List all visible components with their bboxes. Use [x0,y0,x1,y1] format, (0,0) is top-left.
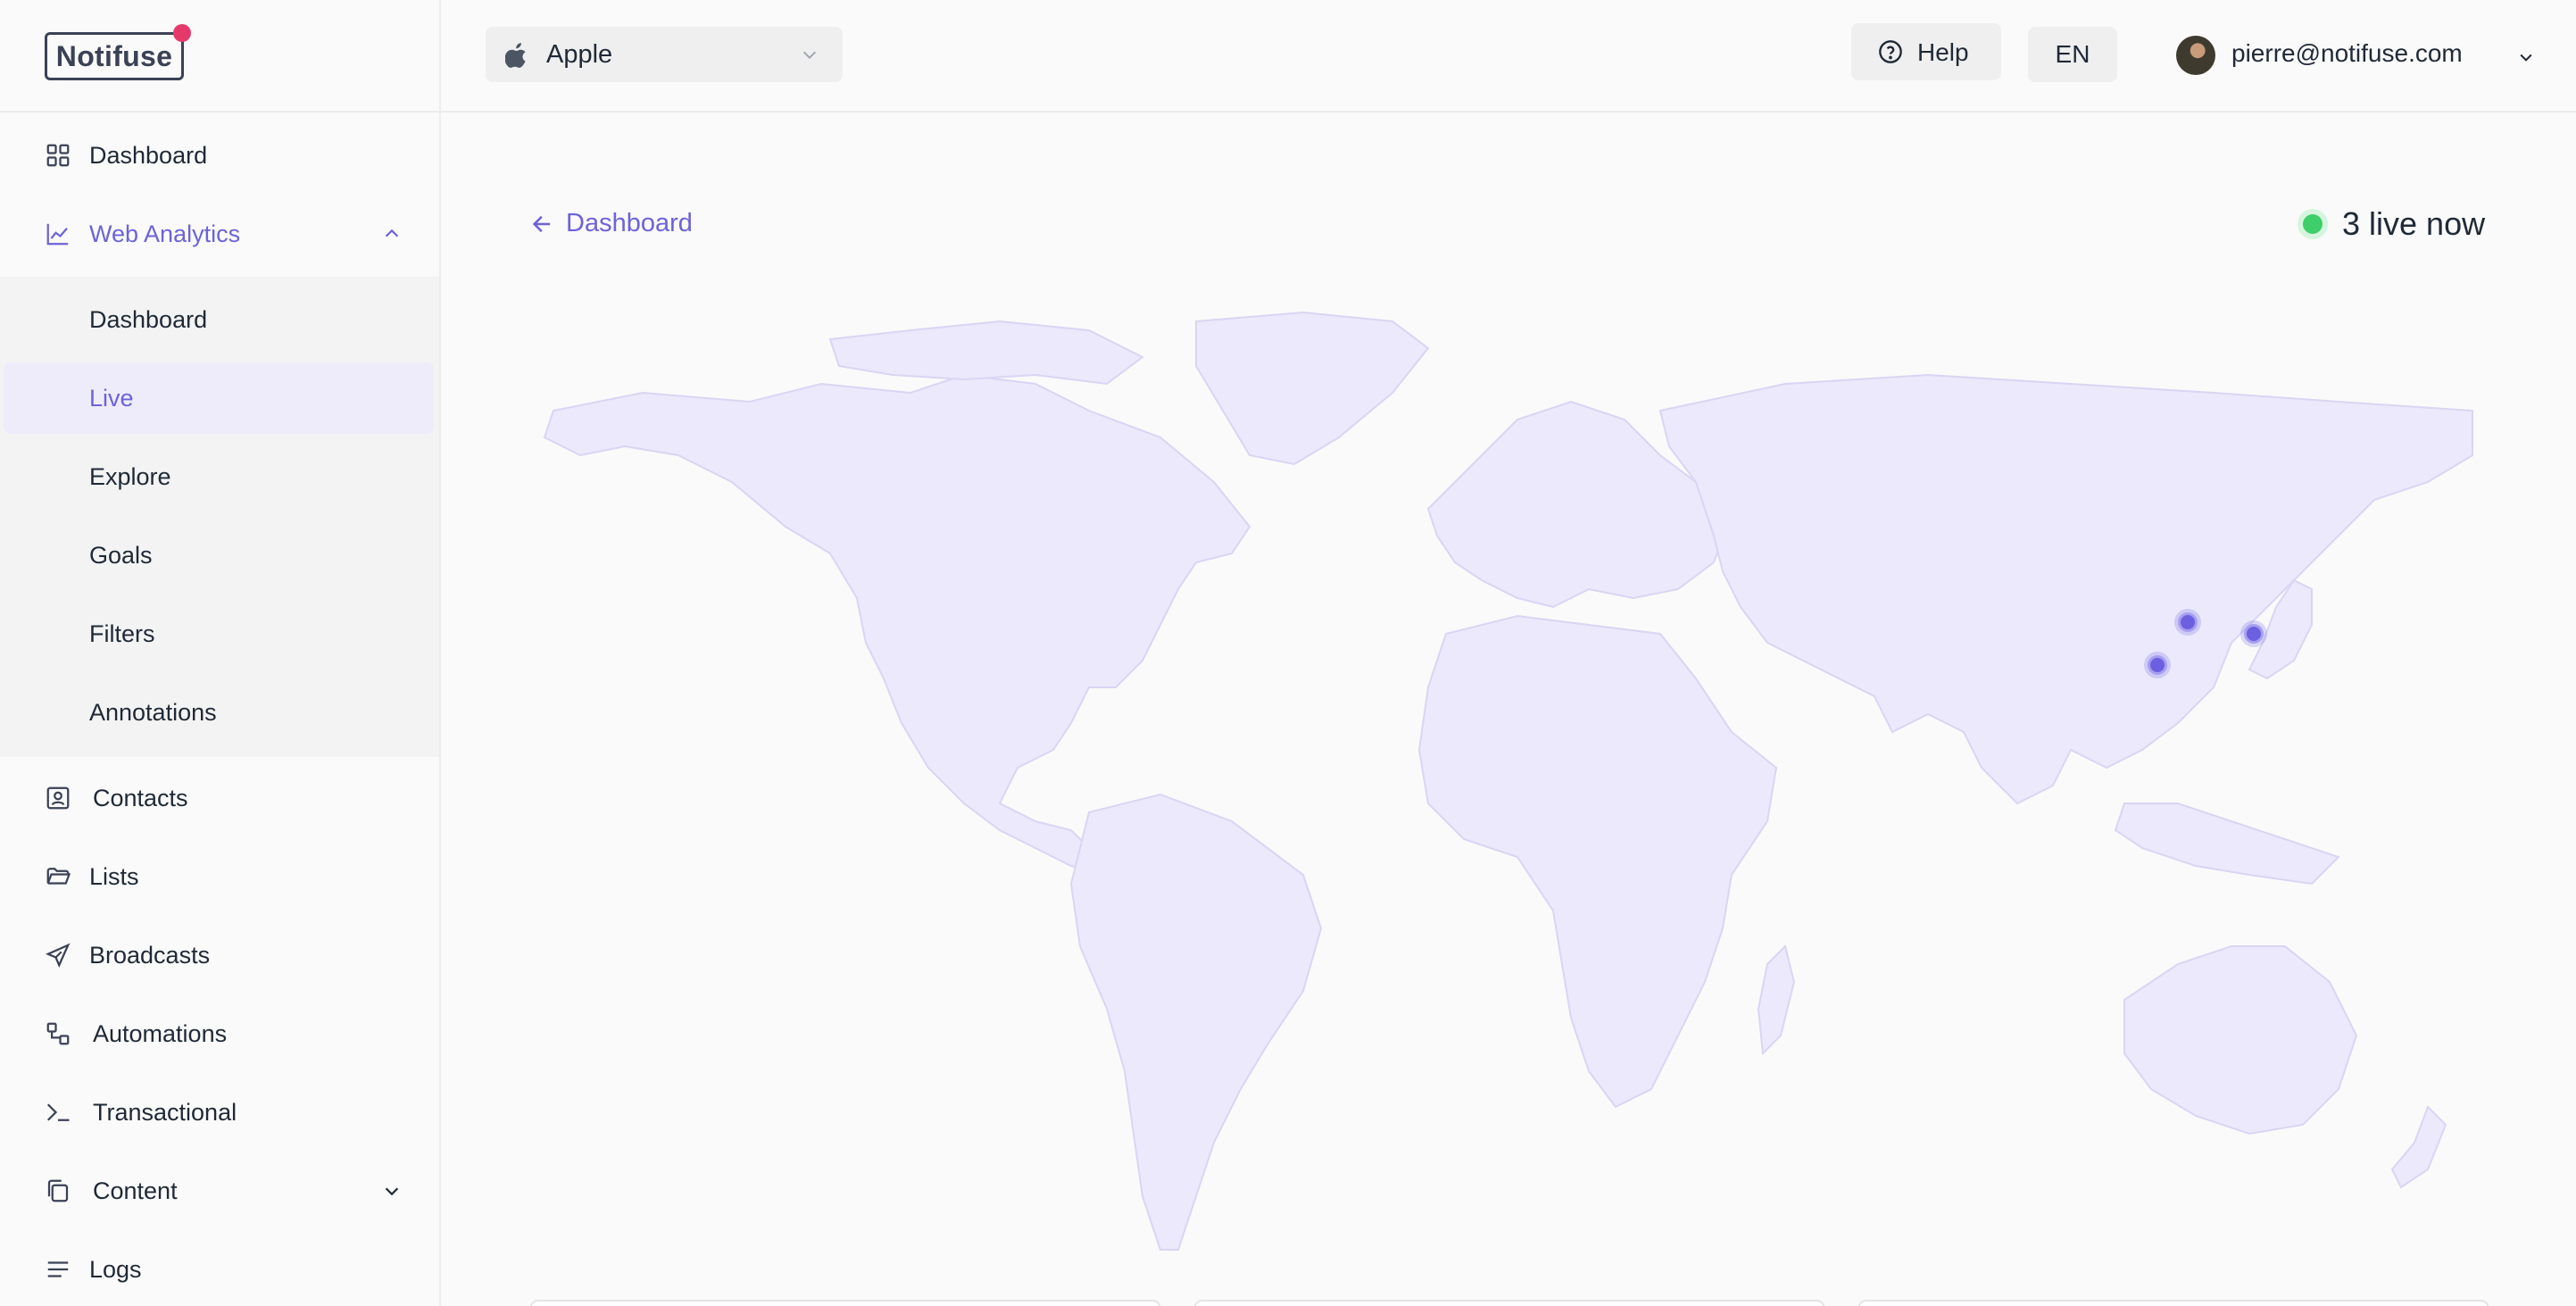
map-africa [1417,614,1778,1109]
submenu-item-label: Filters [89,620,155,647]
sidebar-item-contacts[interactable]: Contacts [0,762,439,834]
submenu-item-label: Dashboard [89,305,208,333]
sidebar: Notifuse Dashboard Web Analytics Dashboa [0,0,441,1306]
chevron-down-icon [385,1187,399,1196]
chevron-down-icon [2520,54,2532,62]
sidebar-item-automations[interactable]: Automations [0,998,439,1069]
chevron-up-icon [385,229,399,237]
submenu-item-label: Goals [89,541,153,569]
sidebar-item-label: Web Analytics [89,220,241,247]
live-count-label: 3 live now [2342,205,2486,242]
live-visitors-indicator: 3 live now [2303,205,2485,243]
paper-plane-icon [45,943,71,969]
avatar [2176,36,2215,75]
submenu-item-live[interactable]: Live [4,362,434,434]
live-visitor-marker[interactable] [2144,652,2171,678]
submenu-item-label: Annotations [89,698,217,726]
project-selector[interactable]: Apple [486,27,843,82]
world-map-svg [543,311,2473,1251]
submenu-item-label: Explore [89,462,171,490]
submenu-item-dashboard[interactable]: Dashboard [0,284,439,355]
live-visitor-marker[interactable] [2174,609,2201,636]
sidebar-item-broadcasts[interactable]: Broadcasts [0,919,439,991]
list-icon [47,1261,69,1277]
map-australia [2123,945,2358,1135]
app-root: Notifuse Dashboard Web Analytics Dashboa [0,0,2576,1306]
sidebar-item-content[interactable]: Content [0,1155,439,1227]
line-chart-icon [46,223,69,245]
sidebar-item-label: Contacts [93,784,188,811]
notification-dot-icon [173,24,191,42]
top-header: Apple Help EN pierre@notifuse.com [441,0,2576,112]
user-email: pierre@notifuse.com [2231,39,2463,67]
grid-icon [46,144,70,167]
folder-open-icon [46,868,71,885]
map-new-zealand [2390,1105,2447,1189]
question-circle-icon [1879,40,1902,63]
sidebar-item-label: Transactional [93,1098,237,1126]
help-button[interactable]: Help [1851,23,2001,80]
submenu-item-filters[interactable]: Filters [0,598,439,670]
brand-logo[interactable]: Notifuse [45,32,184,80]
sidebar-item-label: Dashboard [89,141,208,169]
sidebar-item-transactional[interactable]: Transactional [0,1077,439,1148]
map-arctic-islands [828,320,1144,386]
submenu-item-explore[interactable]: Explore [0,441,439,512]
stats-card [1858,1300,2489,1306]
project-name: Apple [546,39,613,69]
sidebar-item-lists[interactable]: Lists [0,841,439,912]
language-button[interactable]: EN [2028,27,2117,82]
map-south-america [1069,793,1323,1251]
submenu-item-label: Live [89,384,134,412]
submenu-item-goals[interactable]: Goals [0,520,439,591]
copy-icon [47,1179,69,1202]
sidebar-item-dashboard[interactable]: Dashboard [0,120,439,191]
user-menu[interactable]: pierre@notifuse.com [2176,34,2551,79]
map-asia [1658,373,2473,805]
stats-cards-row [530,1300,2490,1306]
stats-card [1194,1300,1824,1306]
sidebar-item-label: Automations [93,1019,228,1047]
workflow-icon [46,1022,70,1045]
help-button-label: Help [1917,38,1969,66]
sidebar-item-label: Lists [89,862,139,890]
sidebar-item-label: Logs [89,1255,142,1283]
submenu-item-annotations[interactable]: Annotations [0,677,439,748]
sidebar-item-logs[interactable]: Logs [0,1234,439,1305]
contact-card-icon [46,786,70,810]
sidebar-item-label: Broadcasts [89,941,211,969]
chevron-down-icon [802,51,817,59]
back-link-label: Dashboard [566,209,693,237]
sidebar-item-web-analytics[interactable]: Web Analytics [0,198,439,270]
map-southeast-asia-islands [2114,803,2340,886]
live-visitor-marker[interactable] [2240,620,2267,647]
live-status-dot-icon [2303,214,2323,234]
sidebar-item-label: Content [93,1177,178,1204]
logo-area: Notifuse [0,0,439,112]
terminal-icon [46,1103,70,1121]
web-analytics-submenu: Dashboard Live Explore Goals Filters Ann… [0,277,439,757]
stats-card [530,1300,1160,1306]
map-greenland [1195,311,1430,466]
world-map[interactable] [536,304,2481,1268]
apple-icon [505,43,526,68]
arrow-left-icon [532,215,551,232]
map-madagascar [1757,944,1796,1056]
back-to-dashboard-link[interactable]: Dashboard [530,209,693,238]
